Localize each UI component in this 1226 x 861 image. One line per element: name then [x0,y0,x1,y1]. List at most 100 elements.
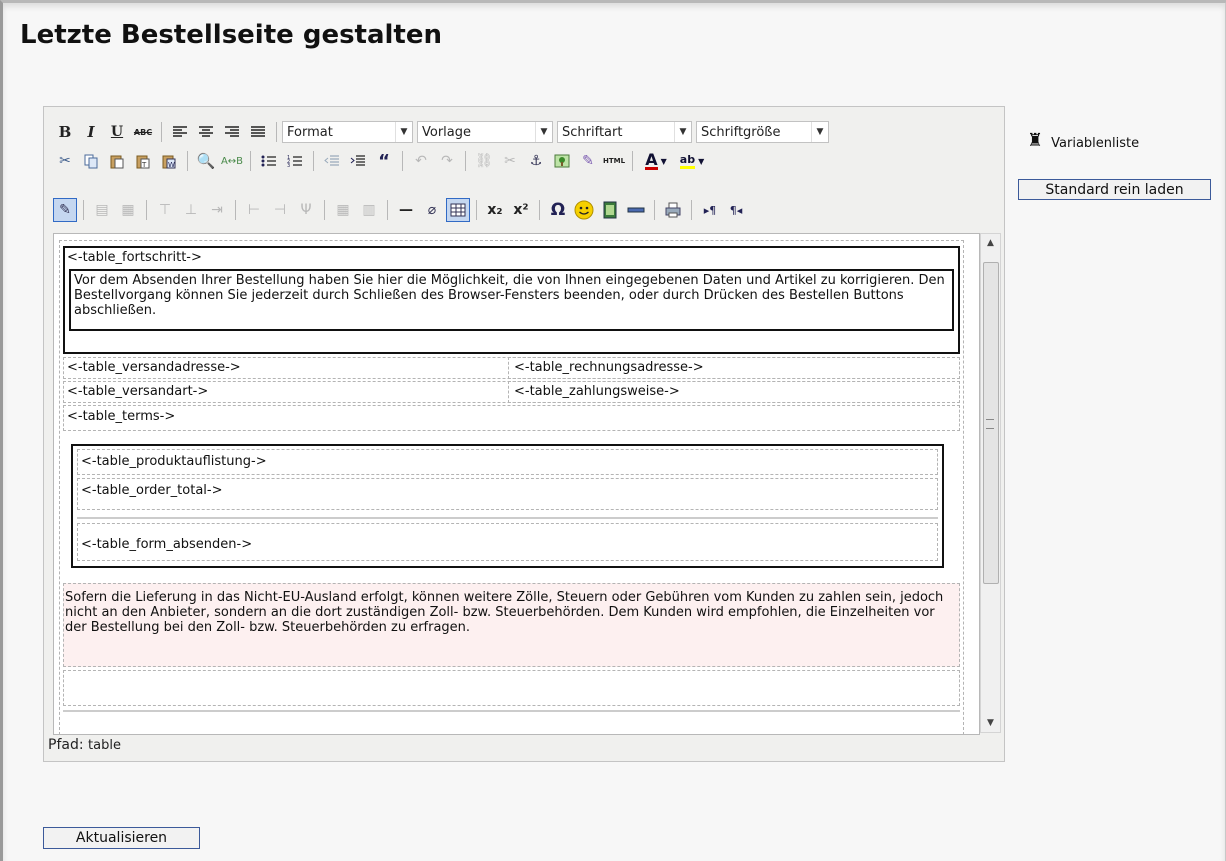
subscript-icon[interactable]: x₂ [483,198,507,222]
numbered-list-icon[interactable]: 123 [283,149,307,173]
strikethrough-button[interactable]: ABC [131,120,155,144]
paste-text-icon[interactable]: T [131,149,155,173]
remove-format-icon[interactable]: ⌀ [420,198,444,222]
special-char-icon[interactable]: Ω [546,198,570,222]
ltr-icon[interactable]: ▸¶ [698,198,722,222]
paste-word-icon[interactable]: W [157,149,181,173]
rtl-icon[interactable]: ¶◂ [724,198,748,222]
path-value[interactable]: table [88,738,121,753]
visual-aid-icon[interactable]: ✎ [53,198,77,222]
italic-button[interactable]: I [79,120,103,144]
background-color-icon[interactable]: ab ▼ [675,149,709,173]
table-zahlungsweise-placeholder: <-table_zahlungsweise-> [514,384,680,399]
underline-button[interactable]: U [105,120,129,144]
insert-col-after-icon[interactable]: ⊣ [268,198,292,222]
path-bar: Pfad: table [48,737,121,753]
toolbar-separator [324,200,325,220]
media-icon[interactable] [598,198,622,222]
insert-row-before-icon[interactable]: ⊤ [153,198,177,222]
chevron-down-icon: ▼ [811,122,828,142]
unlink-icon[interactable]: ✂ [498,149,522,173]
toolbar-separator [83,200,84,220]
insert-row-after-icon[interactable]: ⊥ [179,198,203,222]
scroll-up-icon[interactable]: ▲ [981,234,1000,252]
toolbar-separator [161,122,162,142]
vorlage-select[interactable]: Vorlage ▼ [417,121,553,143]
horizontal-rule-icon[interactable]: — [394,198,418,222]
replace-icon[interactable]: A↔B [220,149,244,173]
find-icon[interactable]: 🔍 [194,149,218,173]
copy-icon[interactable] [79,149,103,173]
toolbar-separator [539,200,540,220]
scroll-grip-icon [986,419,994,429]
svg-text:3: 3 [287,163,290,168]
bottom-divider [63,710,960,712]
superscript-icon[interactable]: x² [509,198,533,222]
intro-text: Vor dem Absenden Ihrer Bestellung haben … [74,273,945,318]
table-form-absenden-placeholder: <-table_form_absenden-> [81,537,253,552]
align-right-icon[interactable] [220,120,244,144]
print-icon[interactable] [661,198,685,222]
chevron-down-icon: ▼ [674,122,691,142]
outdent-icon[interactable] [320,149,344,173]
indent-icon[interactable] [346,149,370,173]
horizontal-line-icon[interactable] [624,198,648,222]
chevron-down-icon: ▼ [535,122,552,142]
bold-button[interactable]: B [53,120,77,144]
merge-cells-icon[interactable]: ▥ [357,198,381,222]
align-justify-icon[interactable] [246,120,270,144]
blockquote-icon[interactable]: “ [372,149,396,173]
bullet-list-icon[interactable] [257,149,281,173]
redo-icon[interactable]: ↷ [435,149,459,173]
terms-row [63,405,960,431]
align-center-icon[interactable] [194,120,218,144]
scroll-down-icon[interactable]: ▼ [981,714,1000,732]
notice-text: Sofern die Lieferung in das Nicht-EU-Aus… [65,590,944,635]
toolbar-separator [313,151,314,171]
split-cells-icon[interactable]: ▦ [331,198,355,222]
schriftgroesse-select[interactable]: Schriftgröße ▼ [696,121,829,143]
emoticon-icon[interactable] [572,198,596,222]
image-icon[interactable] [550,149,574,173]
table-row-props-icon[interactable]: ▤ [90,198,114,222]
undo-icon[interactable]: ↶ [409,149,433,173]
delete-col-icon[interactable]: Ψ [294,198,318,222]
editor-scrollbar[interactable]: ▲ ▼ [980,233,1001,733]
toolbar-separator [276,122,277,142]
update-button[interactable]: Aktualisieren [43,827,200,849]
toolbar-row-2: ✂ T W 🔍 A↔B 123 “ ↶ ↷ ⛓ ✂ ⚓ ✎ HTML A ▼ a… [52,147,710,175]
format-select[interactable]: Format ▼ [282,121,413,143]
table-cell-props-icon[interactable]: ▦ [116,198,140,222]
toolbar-row-1: B I U ABC Format ▼ Vorlage ▼ Schriftart ▼ S… [52,118,833,146]
svg-text:W: W [168,161,175,169]
editor-content[interactable]: <-table_fortschritt-> Vor dem Absenden I… [53,233,980,735]
toolbar-separator [235,200,236,220]
standard-load-button[interactable]: Standard rein laden [1018,179,1211,200]
table-icon[interactable] [446,198,470,222]
anchor-icon[interactable]: ⚓ [524,149,548,173]
toolbar-separator [387,200,388,220]
toolbar-row-3: ✎ ▤ ▦ ⊤ ⊥ ⇥ ⊢ ⊣ Ψ ▦ ▥ — ⌀ x₂ x² Ω ▸¶ ¶◂ [52,196,749,224]
text-color-icon[interactable]: A ▼ [639,149,673,173]
cut-icon[interactable]: ✂ [53,149,77,173]
html-source-icon[interactable]: HTML [602,149,626,173]
toolbar-separator [691,200,692,220]
schriftart-select[interactable]: Schriftart ▼ [557,121,692,143]
delete-row-icon[interactable]: ⇥ [205,198,229,222]
empty-row [63,670,960,706]
svg-text:T: T [141,161,147,169]
page-title: Letzte Bestellseite gestalten [20,20,443,50]
table-terms-placeholder: <-table_terms-> [67,409,176,424]
cleanup-icon[interactable]: ✎ [576,149,600,173]
paste-icon[interactable] [105,149,129,173]
table-versandart-placeholder: <-table_versandart-> [67,384,209,399]
toolbar-separator [250,151,251,171]
table-produktauflistung-placeholder: <-table_produktauflistung-> [81,454,267,469]
variablenliste-label: Variablenliste [1051,136,1140,151]
link-icon[interactable]: ⛓ [472,149,496,173]
table-versandadresse-placeholder: <-table_versandadresse-> [67,360,241,375]
rich-text-editor: B I U ABC Format ▼ Vorlage ▼ Schriftart ▼ S… [43,106,1005,762]
insert-col-before-icon[interactable]: ⊢ [242,198,266,222]
variablenliste[interactable]: ♜ Variablenliste [1027,130,1139,151]
align-left-icon[interactable] [168,120,192,144]
